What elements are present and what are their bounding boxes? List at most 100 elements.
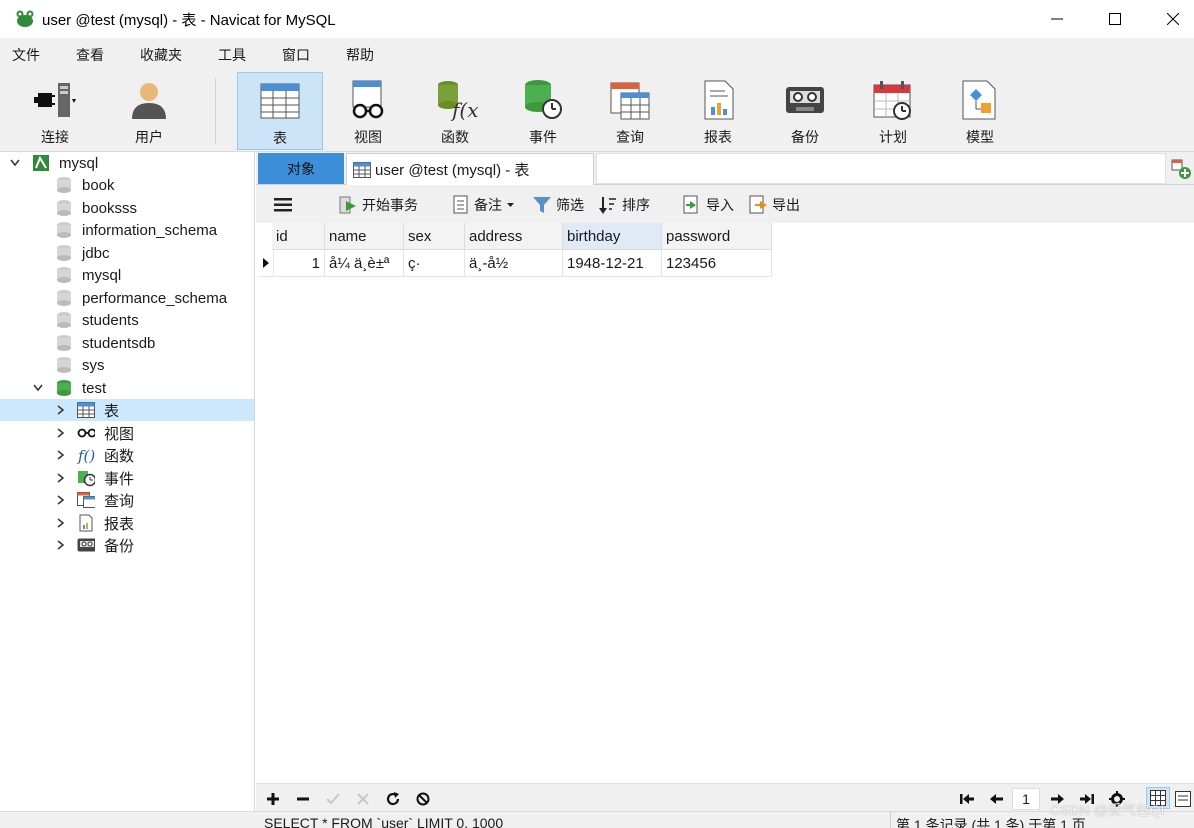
export-button[interactable]: 导出 [748, 193, 800, 217]
connection-tree: mysql book booksss information_schema jd… [0, 152, 255, 812]
hamburger-icon [274, 198, 292, 212]
svg-text:f(): f() [77, 447, 95, 464]
menu-tools[interactable]: 工具 [216, 41, 248, 69]
first-page-button[interactable] [958, 790, 976, 808]
chevron-right-icon[interactable] [54, 448, 68, 462]
add-record-button[interactable] [264, 790, 282, 808]
tree-node-backups[interactable]: 备份 [0, 534, 254, 556]
transaction-icon [339, 196, 356, 214]
tab-objects[interactable]: 对象 [258, 153, 344, 184]
refresh-button[interactable] [384, 790, 402, 808]
tree-node-events[interactable]: 事件 [0, 467, 254, 489]
chevron-right-icon[interactable] [54, 403, 68, 417]
tree-db-jdbc[interactable]: jdbc [0, 242, 254, 264]
database-icon [55, 311, 73, 329]
tree-node-functions[interactable]: f() 函数 [0, 444, 254, 466]
table-cell[interactable]: 1 [272, 250, 325, 277]
menu-help[interactable]: 帮助 [344, 41, 376, 69]
menu-file[interactable]: 文件 [10, 41, 42, 69]
discard-changes-button[interactable] [354, 790, 372, 808]
view-glasses-icon [77, 424, 95, 442]
tab-user-table[interactable]: user @test (mysql) - 表 [346, 153, 594, 185]
tree-label: 视图 [104, 425, 135, 443]
toolbar-backup-button[interactable]: 备份 [762, 72, 848, 150]
note-button[interactable]: 备注 [452, 193, 520, 217]
table-cell[interactable]: å¼ ä¸è±ª [325, 250, 404, 277]
toolbar-event-button[interactable]: 事件 [500, 72, 586, 150]
toolbar-query-button[interactable]: 查询 [587, 72, 673, 150]
tree-db-studentsdb[interactable]: studentsdb [0, 332, 254, 354]
toolbar-schedule-button[interactable]: 计划 [850, 72, 936, 150]
chevron-right-icon[interactable] [54, 516, 68, 530]
button-label: 排序 [622, 197, 650, 213]
tree-connection-mysql[interactable]: mysql [0, 152, 254, 174]
chevron-down-icon[interactable] [31, 381, 45, 395]
menu-window[interactable]: 窗口 [280, 41, 312, 69]
table-cell[interactable]: 123456 [662, 250, 772, 277]
tree-label: 查询 [104, 492, 135, 510]
previous-page-button[interactable] [988, 790, 1006, 808]
toolbar-label: 事件 [529, 129, 557, 145]
close-button[interactable] [1144, 0, 1194, 38]
toolbar-connection-button[interactable]: 连接 [12, 72, 98, 150]
tree-db-sys[interactable]: sys [0, 354, 254, 376]
toolbar-function-button[interactable]: f(x) 函数 [412, 72, 498, 150]
tree-node-views[interactable]: 视图 [0, 422, 254, 444]
database-icon [55, 199, 73, 217]
column-header-sex[interactable]: sex [404, 223, 465, 250]
column-header-address[interactable]: address [465, 223, 563, 250]
apply-changes-button[interactable] [324, 790, 342, 808]
minimize-button[interactable] [1028, 0, 1086, 38]
column-header-birthday[interactable]: birthday [563, 223, 662, 250]
new-tab-icon[interactable] [1170, 158, 1192, 180]
import-button[interactable]: 导入 [682, 193, 734, 217]
chevron-down-icon[interactable] [8, 156, 22, 170]
table-cell[interactable]: ç· [404, 250, 465, 277]
tree-db-book[interactable]: book [0, 174, 254, 196]
tree-node-queries[interactable]: 查询 [0, 489, 254, 511]
maximize-button[interactable] [1086, 0, 1144, 38]
column-header-name[interactable]: name [325, 223, 404, 250]
tree-node-reports[interactable]: 报表 [0, 512, 254, 534]
toolbar-report-button[interactable]: 报表 [675, 72, 761, 150]
toolbar-model-button[interactable]: 模型 [937, 72, 1023, 150]
stop-button[interactable] [414, 790, 432, 808]
page-number-input[interactable]: 1 [1012, 788, 1040, 810]
chevron-right-icon[interactable] [54, 538, 68, 552]
button-label: 导入 [706, 197, 734, 213]
tree-db-test[interactable]: test [0, 377, 254, 399]
tree-db-information-schema[interactable]: information_schema [0, 219, 254, 241]
toolbar-table-button[interactable]: 表 [237, 72, 323, 150]
chevron-right-icon[interactable] [54, 426, 68, 440]
menu-bar: 文件 查看 收藏夹 工具 窗口 帮助 [0, 38, 1194, 72]
toolbar-view-button[interactable]: 视图 [325, 72, 411, 150]
tree-db-booksss[interactable]: booksss [0, 197, 254, 219]
sort-button[interactable]: 排序 [598, 193, 650, 217]
report-icon [77, 514, 95, 532]
column-header-id[interactable]: id [272, 223, 325, 250]
form-view-button[interactable] [1174, 790, 1192, 808]
tree-db-students[interactable]: students [0, 309, 254, 331]
filter-button[interactable]: 筛选 [532, 193, 584, 217]
column-header-password[interactable]: password [662, 223, 772, 250]
toolbar-label: 备份 [791, 129, 819, 145]
menu-view[interactable]: 查看 [74, 41, 106, 69]
toolbar-user-button[interactable]: 用户 [106, 72, 192, 150]
tree-label: studentsdb [82, 334, 156, 352]
backup-icon [786, 87, 824, 113]
table-cell[interactable]: 1948-12-21 [563, 250, 662, 277]
tree-db-mysql[interactable]: mysql [0, 264, 254, 286]
tree-label: 函数 [104, 447, 135, 465]
tree-node-tables[interactable]: 表 [0, 399, 254, 421]
tree-db-performance-schema[interactable]: performance_schema [0, 287, 254, 309]
stop-icon [416, 792, 430, 806]
begin-transaction-button[interactable]: 开始事务 [338, 193, 418, 217]
chevron-right-icon[interactable] [54, 493, 68, 507]
hamburger-menu-button[interactable] [274, 193, 296, 217]
delete-record-button[interactable] [294, 790, 312, 808]
button-label: 开始事务 [362, 197, 418, 213]
chevron-right-icon[interactable] [54, 471, 68, 485]
menu-favorites[interactable]: 收藏夹 [138, 41, 184, 69]
table-cell[interactable]: ä¸-å½ [465, 250, 563, 277]
tree-label: 备份 [104, 537, 135, 555]
